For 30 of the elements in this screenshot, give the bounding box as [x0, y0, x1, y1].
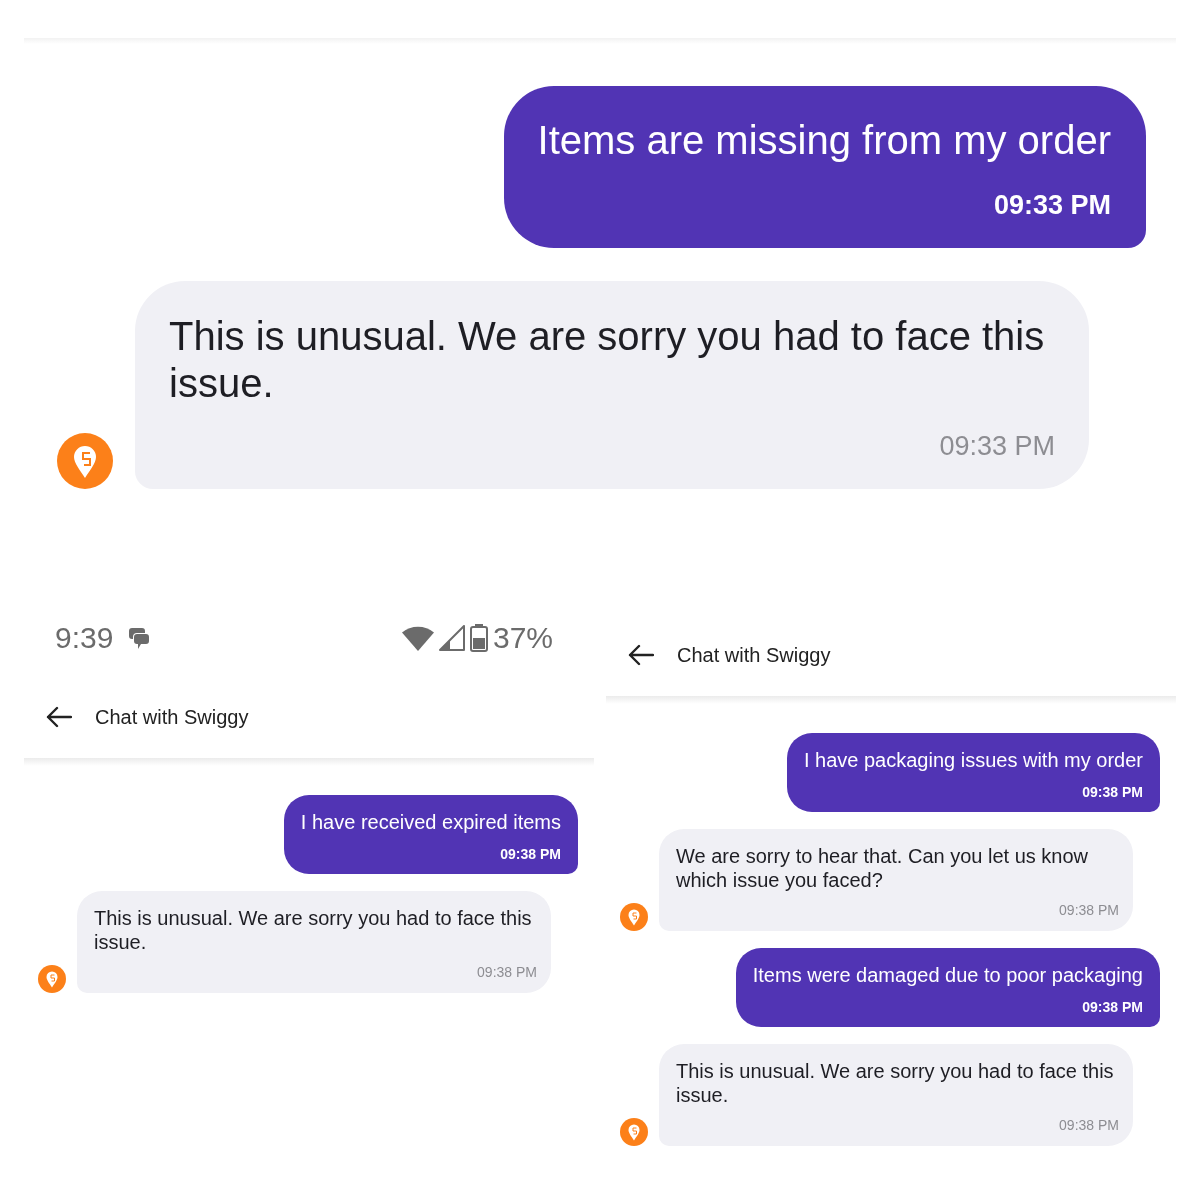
battery-icon — [469, 624, 488, 652]
message-text: This is unusual. We are sorry you had to face this issue. — [169, 313, 1046, 407]
message-time: 09:38 PM — [1059, 1117, 1119, 1134]
message-text: We are sorry to hear that. Can you let us know which issue you faced? — [676, 844, 1090, 892]
chat-title: Chat with Swiggy — [677, 643, 831, 667]
pin-avatar-icon — [57, 433, 113, 489]
message-time: 09:38 PM — [1082, 999, 1143, 1016]
pin-avatar-icon — [620, 903, 648, 931]
back-arrow-icon[interactable] — [46, 706, 72, 728]
message-text: I have received expired items — [300, 810, 561, 834]
message-text: I have packaging issues with my order — [803, 748, 1143, 772]
battery-percentage: 37% — [492, 621, 553, 655]
message-time: 09:38 PM — [500, 846, 561, 863]
message-time: 09:38 PM — [477, 964, 537, 981]
chat-title: Chat with Swiggy — [95, 705, 249, 729]
back-arrow-icon[interactable] — [628, 644, 654, 666]
signal-icon — [438, 625, 465, 651]
message-time: 09:38 PM — [1059, 902, 1119, 919]
message-text: This is unusual. We are sorry you had to face this issue. — [676, 1059, 1115, 1107]
pin-avatar-icon — [620, 1118, 648, 1146]
message-text: This is unusual. We are sorry you had to face this issue. — [94, 906, 533, 954]
chat-bubbles-icon — [129, 627, 150, 649]
message-time: 09:33 PM — [939, 430, 1055, 462]
message-text: Items are missing from my order — [537, 117, 1111, 164]
message-time: 09:38 PM — [1082, 784, 1143, 801]
message-time: 09:33 PM — [993, 189, 1111, 221]
message-text: Items were damaged due to poor packaging — [752, 963, 1143, 987]
status-time: 9:39 — [55, 621, 114, 655]
wifi-icon — [401, 625, 434, 651]
pin-avatar-icon — [38, 965, 66, 993]
